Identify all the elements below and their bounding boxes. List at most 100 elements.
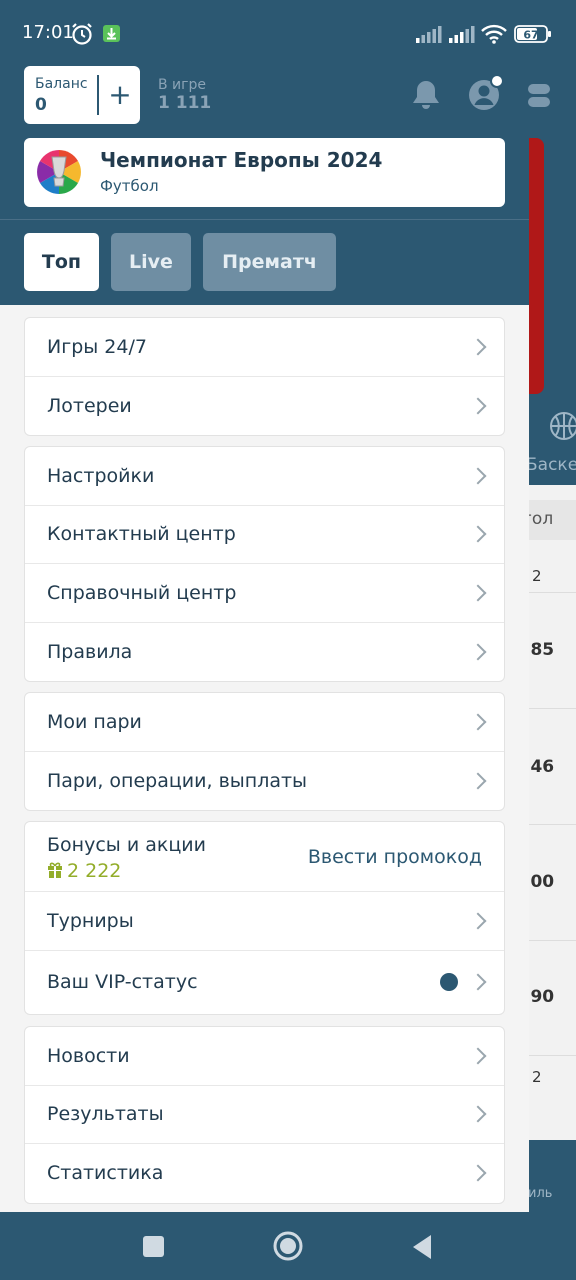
bg-odds: .46 (528, 757, 555, 777)
menu-item-label: Настройки (47, 464, 155, 487)
chevron-right-icon (469, 1105, 487, 1123)
bg-text: 2 (532, 567, 542, 585)
menu-item-lotteries[interactable]: Лотереи (25, 377, 504, 436)
menu-group-info: Новости Результаты Статистика (24, 1026, 505, 1204)
home-icon[interactable] (272, 1230, 304, 1262)
championship-subtitle: Футбол (100, 177, 159, 195)
menu-item-label: Новости (47, 1044, 130, 1067)
signal-icon (449, 26, 475, 43)
profile-icon[interactable] (466, 74, 504, 112)
menu-item-statistics[interactable]: Статистика (25, 1144, 504, 1203)
bonuses-label: Бонусы и акции (47, 834, 206, 856)
chevron-right-icon (469, 1164, 487, 1182)
signal-icon (416, 26, 442, 43)
tab-prematch[interactable]: Прематч (203, 233, 336, 291)
menu-item-bets-operations-payouts[interactable]: Пари, операции, выплаты (25, 752, 504, 811)
bg-divider (528, 824, 576, 825)
vip-status-dot (440, 973, 458, 991)
menu-item-vip-status[interactable]: Ваш VIP-статус (25, 951, 504, 1014)
menu-item-settings[interactable]: Настройки (25, 447, 504, 506)
bg-divider (528, 708, 576, 709)
balance-label: Баланс (35, 76, 88, 92)
bg-text: 2 (532, 1068, 542, 1086)
back-icon[interactable] (411, 1234, 433, 1260)
menu-group-settings: Настройки Контактный центр Справочный це… (24, 446, 505, 682)
chevron-right-icon (469, 1047, 487, 1065)
championship-banner[interactable]: Чемпионат Европы 2024 Футбол (24, 138, 505, 207)
chevron-right-icon (469, 397, 487, 415)
chevron-right-icon (469, 584, 487, 602)
menu-item-label: Справочный центр (47, 581, 237, 604)
menu-item-label: Пари, операции, выплаты (47, 769, 308, 792)
chevron-right-icon (469, 973, 487, 991)
chevron-right-icon (469, 338, 487, 356)
chevron-right-icon (469, 713, 487, 731)
bg-odds: .90 (528, 987, 555, 1007)
bg-text: гол (528, 509, 554, 529)
chevron-right-icon (469, 467, 487, 485)
bell-icon[interactable] (410, 78, 442, 110)
menu-item-news[interactable]: Новости (25, 1027, 504, 1086)
header-divider (0, 219, 529, 220)
menu-item-label: Контактный центр (47, 523, 236, 546)
menu-item-label: Результаты (47, 1103, 164, 1126)
menu-group-bonuses: Бонусы и акции 2 222 Ввести промокод Тур… (24, 821, 505, 1015)
background-app: Баскет гол 2 .85 .46 .00 .90 2 иль (528, 0, 576, 1280)
chevron-right-icon (469, 912, 487, 930)
battery-icon: 67 (514, 25, 551, 43)
menu-item-rules[interactable]: Правила (25, 623, 504, 682)
menu-item-label: Мои пари (47, 710, 142, 733)
tab-live[interactable]: Live (111, 233, 191, 291)
ingame-label: В игре (158, 77, 207, 93)
bonus-points: 2 222 (47, 860, 121, 882)
menu-item-label: Правила (47, 640, 133, 663)
menu-item-bonuses[interactable]: Бонусы и акции 2 222 Ввести промокод (25, 822, 504, 892)
euro-2024-logo (37, 150, 81, 194)
status-time: 17:01 (22, 22, 74, 43)
toggle-icon[interactable] (526, 82, 554, 110)
download-icon (103, 25, 120, 42)
menu-item-my-bets[interactable]: Мои пари (25, 693, 504, 752)
basketball-icon (550, 412, 576, 440)
menu-item-games[interactable]: Игры 24/7 (25, 318, 504, 377)
menu-item-label: Ваш VIP-статус (47, 971, 198, 993)
menu-item-label: Турниры (47, 909, 134, 932)
menu-item-help-center[interactable]: Справочный центр (25, 564, 504, 623)
drawer-header: 17:01 67 Баланс 0 + В игре 1 111 Чемпион… (0, 0, 551, 305)
bg-odds: .85 (528, 640, 555, 660)
background-banner (528, 138, 544, 394)
menu-item-tournaments[interactable]: Турниры (25, 892, 504, 951)
bg-nav-label: иль (528, 1186, 553, 1201)
menu-group-bets: Мои пари Пари, операции, выплаты (24, 692, 505, 811)
menu-group-games: Игры 24/7 Лотереи (24, 317, 505, 436)
chevron-right-icon (469, 525, 487, 543)
menu-item-label: Игры 24/7 (47, 335, 147, 358)
bg-divider (528, 592, 576, 593)
balance-divider (97, 75, 99, 115)
bg-sport-label: Баскет (528, 455, 576, 475)
bg-divider (528, 940, 576, 941)
menu-item-label: Статистика (47, 1162, 164, 1185)
gift-icon (48, 862, 62, 878)
balance-value: 0 (35, 95, 47, 115)
alarm-icon (72, 23, 92, 45)
tab-top[interactable]: Топ (24, 233, 99, 291)
balance-box[interactable]: Баланс 0 + (24, 66, 140, 124)
battery-level: 67 (523, 29, 538, 42)
menu-item-label: Лотереи (47, 394, 132, 417)
bonus-points-value: 2 222 (67, 860, 122, 882)
championship-title: Чемпионат Европы 2024 (100, 148, 383, 172)
wifi-icon (481, 24, 507, 44)
system-nav-bar (0, 1212, 576, 1280)
background-nav (528, 1140, 576, 1212)
chevron-right-icon (469, 643, 487, 661)
recents-icon[interactable] (143, 1236, 164, 1257)
bg-divider (528, 1055, 576, 1056)
enter-promocode-link[interactable]: Ввести промокод (308, 846, 482, 868)
status-bar: 17:01 67 (0, 0, 551, 66)
add-funds-button[interactable]: + (106, 76, 134, 114)
side-drawer: 17:01 67 Баланс 0 + В игре 1 111 Чемпион… (0, 0, 551, 1212)
menu-item-contact-center[interactable]: Контактный центр (25, 506, 504, 564)
ingame-value: 1 111 (158, 93, 212, 113)
menu-item-results[interactable]: Результаты (25, 1086, 504, 1144)
